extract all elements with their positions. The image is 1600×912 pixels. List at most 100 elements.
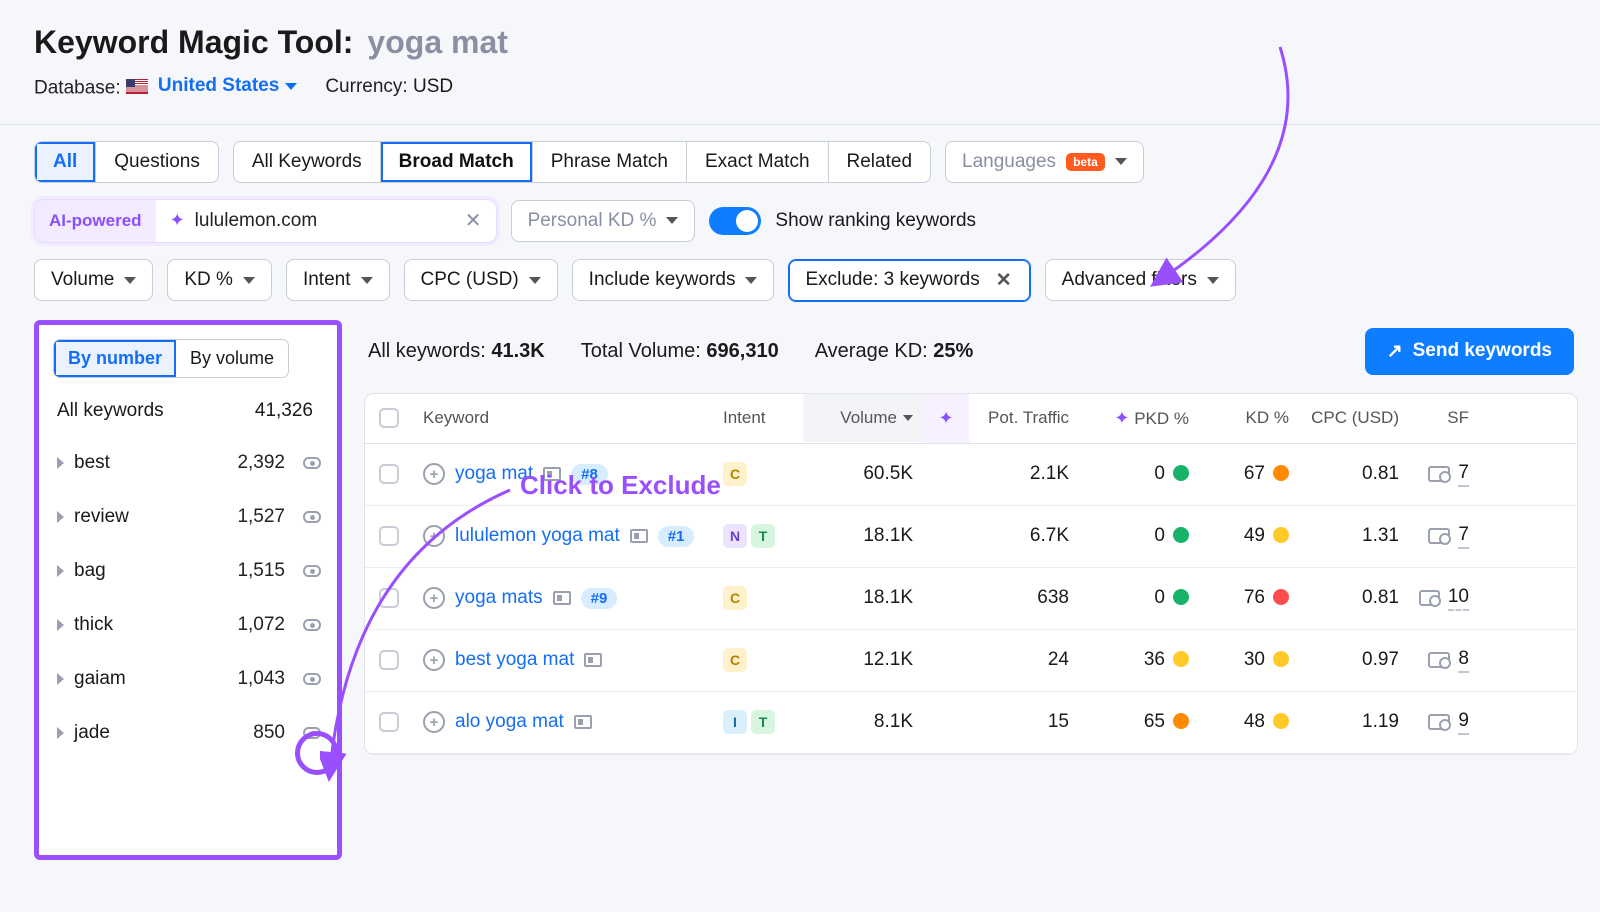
keyword-group-row[interactable]: jade 850 <box>49 706 329 760</box>
send-keywords-button[interactable]: ↗ Send keywords <box>1365 328 1574 375</box>
keyword-link[interactable]: yoga mats <box>455 587 543 609</box>
keyword-group-row[interactable]: best 2,392 <box>49 436 329 490</box>
intent-badge-C: C <box>723 586 747 610</box>
serp-icon[interactable] <box>584 653 602 667</box>
chevron-right-icon <box>57 511 64 523</box>
intent-badge-T: T <box>751 524 775 548</box>
serp-features-icon[interactable] <box>1419 590 1440 606</box>
group-name: jade <box>74 722 243 744</box>
serp-features-icon[interactable] <box>1428 466 1450 482</box>
eye-icon[interactable] <box>303 511 321 523</box>
add-keyword-icon[interactable]: + <box>423 711 445 733</box>
select-all-checkbox[interactable] <box>379 408 399 428</box>
row-checkbox[interactable] <box>379 526 399 546</box>
row-checkbox[interactable] <box>379 650 399 670</box>
col-ai-sparkle[interactable]: ✦ <box>923 394 969 443</box>
cell-pot-traffic: 638 <box>969 569 1079 627</box>
serp-icon[interactable] <box>574 715 592 729</box>
tab-all-keywords[interactable]: All Keywords <box>234 142 381 182</box>
match-tabs: All Keywords Broad Match Phrase Match Ex… <box>233 141 931 183</box>
eye-icon[interactable] <box>303 673 321 685</box>
difficulty-dot <box>1273 527 1289 543</box>
cell-cpc: 0.81 <box>1299 569 1409 627</box>
tab-broad-match[interactable]: Broad Match <box>381 142 533 182</box>
personal-kd-dropdown[interactable]: Personal KD % <box>511 200 696 242</box>
eye-icon[interactable] <box>303 565 321 577</box>
row-checkbox[interactable] <box>379 712 399 732</box>
rank-pill: #9 <box>581 588 618 609</box>
all-keywords-label[interactable]: All keywords <box>57 400 164 422</box>
filter-intent[interactable]: Intent <box>286 259 390 301</box>
tab-questions[interactable]: Questions <box>96 142 218 182</box>
keyword-link[interactable]: alo yoga mat <box>455 711 564 733</box>
cell-volume: 18.1K <box>803 569 923 627</box>
tab-exact-match[interactable]: Exact Match <box>687 142 829 182</box>
keyword-groups-panel: By number By volume All keywords 41,326 … <box>34 320 342 860</box>
filter-include[interactable]: Include keywords <box>572 259 775 301</box>
add-keyword-icon[interactable]: + <box>423 649 445 671</box>
keyword-link[interactable]: lululemon yoga mat <box>455 525 620 547</box>
currency-label: Currency: <box>325 76 407 97</box>
col-pkd[interactable]: ✦ PKD % <box>1079 394 1199 443</box>
rank-pill: #1 <box>658 526 695 547</box>
tab-all[interactable]: All <box>35 142 96 182</box>
keyword-group-row[interactable]: bag 1,515 <box>49 544 329 598</box>
sort-by-volume[interactable]: By volume <box>176 340 288 377</box>
beta-badge: beta <box>1066 153 1105 171</box>
keyword-link[interactable]: best yoga mat <box>455 649 574 671</box>
cell-pkd: 36 <box>1079 631 1199 689</box>
ai-domain-input[interactable]: ✦ lululemon.com ✕ <box>156 200 496 242</box>
col-kd[interactable]: KD % <box>1199 394 1299 442</box>
row-checkbox[interactable] <box>379 588 399 608</box>
eye-icon[interactable] <box>303 457 321 469</box>
serp-icon[interactable] <box>553 591 571 605</box>
filter-cpc[interactable]: CPC (USD) <box>404 259 558 301</box>
eye-icon[interactable] <box>303 619 321 631</box>
col-keyword[interactable]: Keyword <box>413 394 713 442</box>
clear-exclude-icon[interactable]: ✕ <box>994 269 1014 292</box>
cell-kd: 49 <box>1199 507 1299 565</box>
tab-phrase-match[interactable]: Phrase Match <box>533 142 687 182</box>
keyword-group-row[interactable]: gaiam 1,043 <box>49 652 329 706</box>
cell-ai <box>923 580 969 616</box>
filter-exclude[interactable]: Exclude: 3 keywords ✕ <box>788 259 1030 302</box>
tab-related[interactable]: Related <box>829 142 931 182</box>
clear-domain-icon[interactable]: ✕ <box>465 208 482 233</box>
keyword-link[interactable]: yoga mat <box>455 463 533 485</box>
col-sf[interactable]: SF <box>1409 394 1479 442</box>
difficulty-dot <box>1173 527 1189 543</box>
cell-sf: 7 <box>1409 506 1479 567</box>
serp-features-icon[interactable] <box>1428 714 1450 730</box>
filter-advanced[interactable]: Advanced filters <box>1045 259 1236 301</box>
cell-cpc: 0.81 <box>1299 445 1409 503</box>
cell-sf: 7 <box>1409 444 1479 505</box>
row-checkbox[interactable] <box>379 464 399 484</box>
keywords-table: Keyword Intent Volume ✦ Pot. Traffic ✦ P… <box>364 393 1578 755</box>
col-intent[interactable]: Intent <box>713 394 803 442</box>
sort-by-number[interactable]: By number <box>54 340 176 377</box>
group-name: best <box>74 452 227 474</box>
serp-icon[interactable] <box>630 529 648 543</box>
col-cpc[interactable]: CPC (USD) <box>1299 394 1409 442</box>
eye-icon[interactable] <box>303 727 321 739</box>
add-keyword-icon[interactable]: + <box>423 525 445 547</box>
show-ranking-toggle[interactable] <box>709 207 761 235</box>
chevron-down-icon <box>1207 277 1219 284</box>
sort-desc-icon <box>903 415 913 421</box>
add-keyword-icon[interactable]: + <box>423 463 445 485</box>
cell-pot-traffic: 15 <box>969 693 1079 751</box>
database-selector[interactable]: United States <box>126 75 297 97</box>
add-keyword-icon[interactable]: + <box>423 587 445 609</box>
serp-icon[interactable] <box>543 467 561 481</box>
serp-features-icon[interactable] <box>1428 528 1450 544</box>
languages-dropdown[interactable]: Languages beta <box>945 141 1144 183</box>
filter-kd[interactable]: KD % <box>167 259 272 301</box>
group-count: 1,072 <box>237 614 285 636</box>
col-pot-traffic[interactable]: Pot. Traffic <box>969 394 1079 442</box>
filter-volume[interactable]: Volume <box>34 259 153 301</box>
chevron-down-icon <box>124 277 136 284</box>
col-volume[interactable]: Volume <box>803 394 923 442</box>
keyword-group-row[interactable]: thick 1,072 <box>49 598 329 652</box>
serp-features-icon[interactable] <box>1428 652 1450 668</box>
keyword-group-row[interactable]: review 1,527 <box>49 490 329 544</box>
